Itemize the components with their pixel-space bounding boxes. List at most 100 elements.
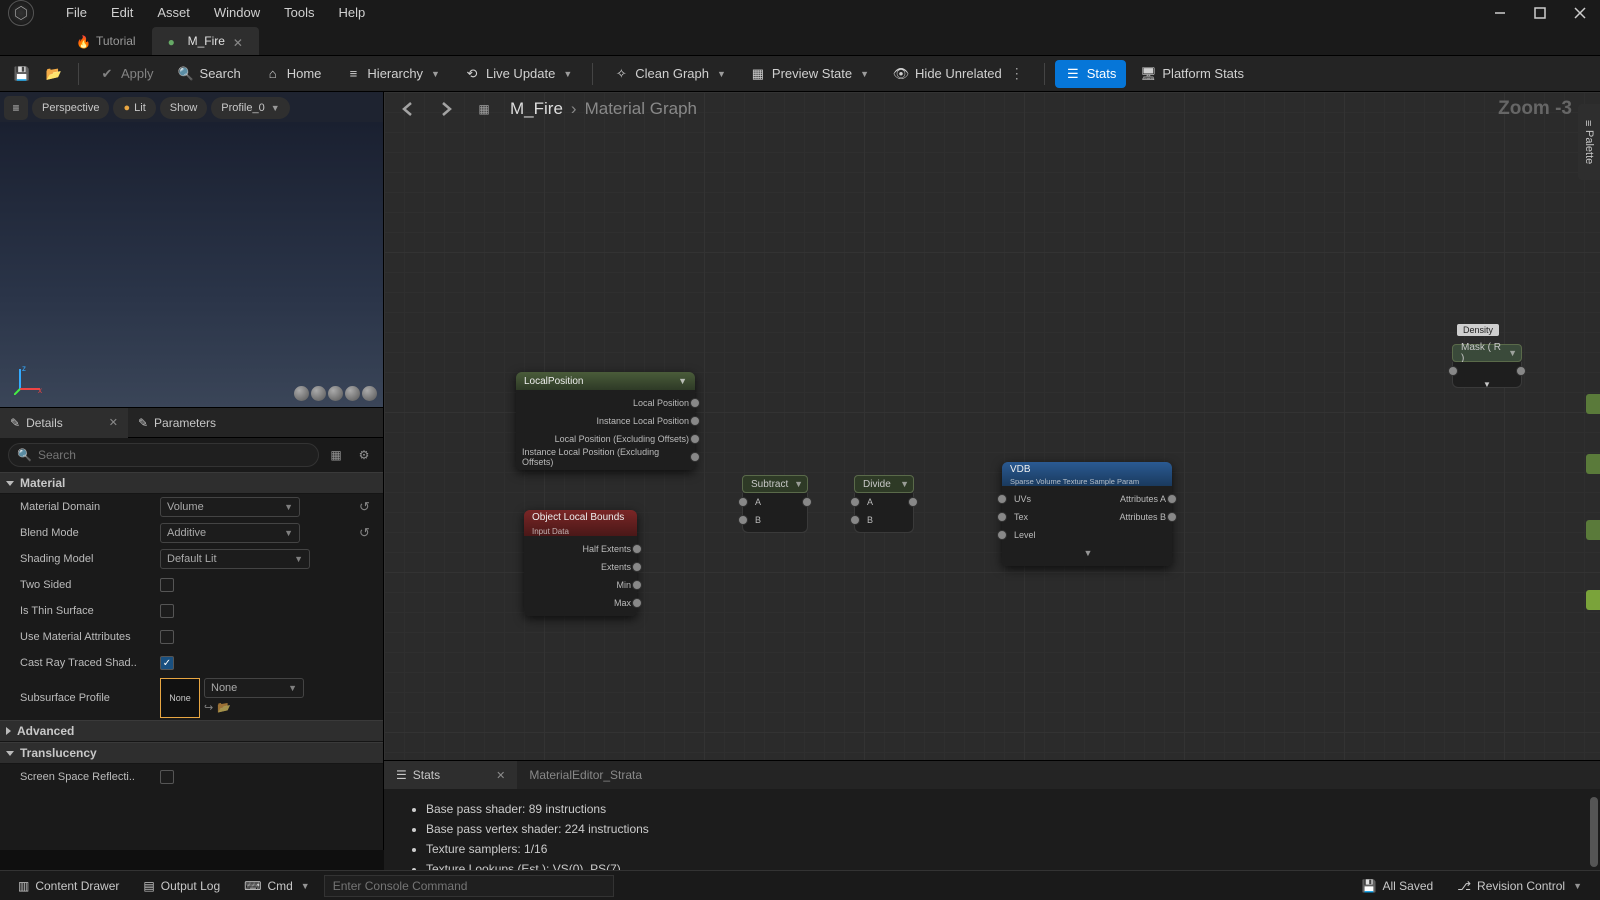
output-pin[interactable] — [1516, 366, 1526, 376]
tab-parameters[interactable]: ✎Parameters — [128, 408, 226, 438]
edge-node-stub[interactable] — [1586, 520, 1600, 540]
use-mat-attr-checkbox[interactable] — [160, 630, 174, 644]
viewport-perspective[interactable]: Perspective — [32, 97, 109, 119]
palette-tab[interactable]: ≡ Palette — [1578, 104, 1600, 180]
menu-asset[interactable]: Asset — [145, 0, 202, 26]
two-sided-checkbox[interactable] — [160, 578, 174, 592]
output-pin[interactable] — [632, 598, 642, 608]
gear-icon[interactable]: ⚙ — [353, 444, 375, 466]
node-divide[interactable]: Divide▼ — [854, 475, 914, 493]
output-pin[interactable] — [802, 497, 812, 507]
shading-model-combo[interactable]: Default Lit▼ — [160, 549, 310, 569]
cmd-button[interactable]: ⌨Cmd▼ — [234, 874, 320, 898]
thin-surface-checkbox[interactable] — [160, 604, 174, 618]
window-close[interactable] — [1560, 0, 1600, 26]
preview-shapes[interactable] — [294, 386, 377, 401]
tab-stats[interactable]: ☰Stats✕ — [384, 761, 517, 789]
blend-mode-combo[interactable]: Additive▼ — [160, 523, 300, 543]
node-divide-body[interactable]: A B — [854, 493, 914, 533]
subsurface-combo[interactable]: None▼ — [204, 678, 304, 698]
nav-forward[interactable] — [434, 97, 458, 121]
hierarchy-button[interactable]: ≡Hierarchy▼ — [335, 60, 450, 88]
output-pin[interactable] — [690, 452, 700, 462]
input-pin[interactable] — [850, 515, 860, 525]
stats-button[interactable]: ☰Stats — [1055, 60, 1127, 88]
all-saved-button[interactable]: 💾All Saved — [1352, 874, 1444, 898]
node-objectlocalbounds[interactable]: Object Local BoundsInput Data Half Exten… — [524, 510, 637, 616]
menu-file[interactable]: File — [54, 0, 99, 26]
search-input-wrapper[interactable]: 🔍 — [8, 443, 319, 467]
liveupdate-button[interactable]: ⟲Live Update▼ — [454, 60, 582, 88]
input-pin[interactable] — [1448, 366, 1458, 376]
reset-icon[interactable]: ↺ — [359, 525, 375, 541]
section-material[interactable]: Material — [0, 472, 383, 494]
platformstats-button[interactable]: 🖥Platform Stats — [1130, 60, 1254, 88]
edge-node-stub[interactable] — [1586, 590, 1600, 610]
tab-strata[interactable]: MaterialEditor_Strata — [517, 761, 654, 789]
window-minimize[interactable] — [1480, 0, 1520, 26]
material-domain-combo[interactable]: Volume▼ — [160, 497, 300, 517]
output-pin[interactable] — [632, 544, 642, 554]
input-pin[interactable] — [850, 497, 860, 507]
input-pin[interactable] — [738, 497, 748, 507]
hideunrelated-button[interactable]: 👁Hide Unrelated⋮ — [883, 60, 1034, 88]
output-pin[interactable] — [1167, 494, 1177, 504]
menu-tools[interactable]: Tools — [272, 0, 326, 26]
node-mask-body[interactable]: ▼ — [1452, 362, 1522, 388]
node-density-label[interactable]: Density — [1457, 324, 1499, 336]
preview-viewport[interactable]: ≡ Perspective ●Lit Show Profile_0▼ z x — [0, 92, 383, 408]
revision-control-button[interactable]: ⎇Revision Control▼ — [1447, 874, 1592, 898]
section-advanced[interactable]: Advanced — [0, 720, 383, 742]
tab-details[interactable]: ✎Details✕ — [0, 408, 128, 438]
input-pin[interactable] — [997, 512, 1007, 522]
node-localposition[interactable]: LocalPosition▼ Local Position Instance L… — [516, 372, 695, 470]
close-icon[interactable]: ✕ — [109, 416, 118, 429]
output-pin[interactable] — [690, 398, 700, 408]
cast-ray-traced-checkbox[interactable] — [160, 656, 174, 670]
ssr-checkbox[interactable] — [160, 770, 174, 784]
window-maximize[interactable] — [1520, 0, 1560, 26]
output-log-button[interactable]: ▤Output Log — [133, 874, 230, 898]
menu-edit[interactable]: Edit — [99, 0, 145, 26]
browse-icon[interactable]: 📂 — [217, 701, 231, 714]
apply-button[interactable]: ✔Apply — [89, 60, 164, 88]
input-pin[interactable] — [997, 494, 1007, 504]
menu-help[interactable]: Help — [326, 0, 377, 26]
viewport-options[interactable]: ≡ — [4, 96, 28, 120]
node-mask[interactable]: Mask ( R )▼ — [1452, 344, 1522, 362]
output-pin[interactable] — [632, 562, 642, 572]
subsurface-thumb[interactable]: None — [160, 678, 200, 718]
ue-logo[interactable] — [8, 0, 34, 26]
output-pin[interactable] — [690, 416, 700, 426]
scrollbar[interactable] — [1590, 797, 1598, 867]
output-pin[interactable] — [632, 580, 642, 590]
viewport-lit[interactable]: ●Lit — [113, 97, 155, 119]
content-drawer-button[interactable]: ▥Content Drawer — [8, 874, 129, 898]
breadcrumb-asset[interactable]: M_Fire — [510, 99, 563, 119]
search-input[interactable] — [38, 448, 310, 462]
search-button[interactable]: 🔍Search — [168, 60, 251, 88]
material-graph[interactable]: ▦ M_Fire › Material Graph Zoom -3 ≡ Pale… — [384, 92, 1600, 850]
node-vdb[interactable]: VDBSparse Volume Texture Sample Param UV… — [1002, 462, 1172, 566]
viewport-show[interactable]: Show — [160, 97, 208, 119]
previewstate-button[interactable]: ▦Preview State▼ — [740, 60, 879, 88]
console-input[interactable] — [324, 875, 614, 897]
use-selected-icon[interactable]: ↪ — [204, 701, 213, 714]
save-button[interactable]: 💾 — [8, 60, 36, 88]
output-pin[interactable] — [1167, 512, 1177, 522]
node-subtract-body[interactable]: A B — [742, 493, 808, 533]
input-pin[interactable] — [738, 515, 748, 525]
section-translucency[interactable]: Translucency — [0, 742, 383, 764]
close-icon[interactable]: ✕ — [496, 769, 505, 782]
viewport-profile[interactable]: Profile_0▼ — [211, 97, 289, 119]
reset-icon[interactable]: ↺ — [359, 499, 375, 515]
edge-node-stub[interactable] — [1586, 454, 1600, 474]
menu-window[interactable]: Window — [202, 0, 272, 26]
output-pin[interactable] — [908, 497, 918, 507]
close-icon[interactable]: ✕ — [233, 36, 243, 46]
input-pin[interactable] — [997, 530, 1007, 540]
output-pin[interactable] — [690, 434, 700, 444]
grid-icon[interactable]: ▦ — [325, 444, 347, 466]
tab-mfire[interactable]: ● M_Fire ✕ — [152, 27, 259, 55]
node-subtract[interactable]: Subtract▼ — [742, 475, 808, 493]
